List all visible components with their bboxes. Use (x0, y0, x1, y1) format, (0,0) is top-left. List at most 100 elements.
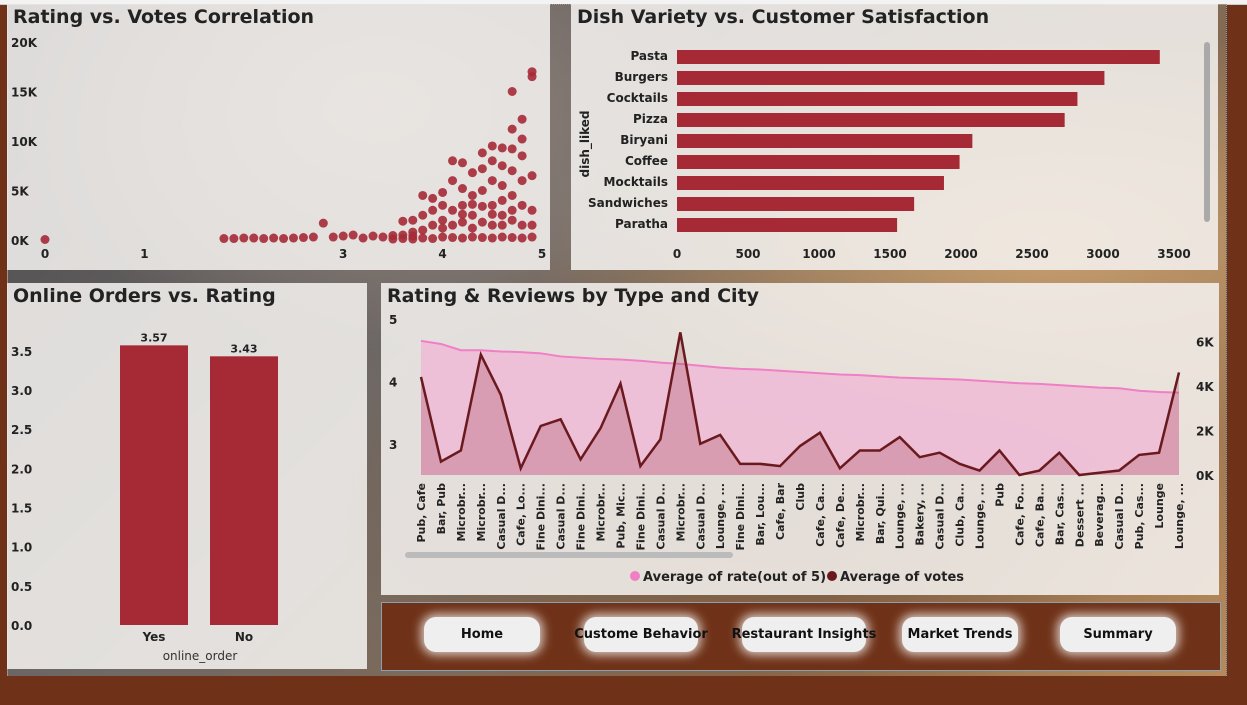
nav-home-button[interactable]: Home (424, 617, 540, 652)
dish-x-tick: 500 (735, 247, 760, 261)
combo-category-label: Casual D... (495, 483, 508, 550)
scatter-point (219, 234, 229, 244)
combo-category-label: Bakery, ... (914, 483, 927, 546)
legend-rate-label: Average of rate(out of 5) (643, 570, 826, 585)
scatter-x-tick: 1 (140, 247, 148, 261)
scatter-point (487, 209, 497, 219)
online-panel[interactable]: Online Orders vs. Rating 0.0 0.5 1.0 1.5 2.0… (7, 283, 367, 669)
combo-category-label: Lounge (1153, 483, 1166, 529)
scatter-point (378, 232, 388, 242)
combo-left-y-tick: 5 (389, 313, 397, 327)
combo-category-label: Microbr... (595, 483, 608, 542)
scatter-point (487, 220, 497, 230)
scatter-point (259, 234, 269, 244)
combo-category-label: Cafe, Ca... (814, 483, 827, 547)
scatter-point (457, 209, 467, 219)
scatter-point (507, 124, 517, 134)
combo-category-label: Fine Dini... (634, 483, 647, 550)
scatter-point (418, 190, 428, 200)
scatter-point (527, 220, 537, 230)
combo-category-label: Bar, Lou... (754, 483, 767, 546)
scatter-point (497, 232, 507, 242)
typecity-panel[interactable]: Rating & Reviews by Type and City 3 4 5 0K 2… (381, 283, 1219, 595)
combo-right-y-tick: 0K (1196, 469, 1214, 483)
scatter-point (507, 205, 517, 215)
online-category-label: No (235, 630, 253, 644)
combo-category-label: Microbr... (475, 483, 488, 542)
combo-category-label: Bar, Cas... (1053, 483, 1066, 545)
nav-bar: Home Custome Behavior Restaurant Insight… (381, 602, 1221, 671)
scatter-point (398, 216, 408, 226)
nav-restaurant-insights-button[interactable]: Restaurant Insights (732, 617, 876, 652)
scatter-point (438, 200, 448, 210)
nav-summary-button[interactable]: Summary (1060, 617, 1176, 652)
scatter-point (438, 187, 448, 197)
combo-category-label: Casual D... (654, 483, 667, 550)
scatter-chart: 0K 5K 10K 15K 20K 0 1 3 4 5 (11, 36, 546, 261)
combo-category-label: Microbr... (455, 483, 468, 542)
combo-category-label: Cafe, Lo... (515, 483, 528, 546)
scatter-panel[interactable]: Rating vs. Votes Correlation 0K 5K 10K 15K 2… (7, 4, 550, 270)
combo-category-label: Pub (993, 483, 1006, 507)
combo-category-label: Lounge, ... (894, 483, 907, 549)
scatter-point (448, 220, 458, 230)
scatter-point (418, 233, 428, 243)
scatter-point (477, 186, 487, 195)
legend-rate-marker (630, 571, 640, 581)
scatter-point (497, 220, 507, 230)
scatter-point (517, 151, 527, 161)
dish-bar (677, 197, 915, 211)
combo-category-label: Lounge, ... (714, 483, 727, 549)
scatter-point (457, 217, 467, 227)
scatter-point (487, 200, 497, 210)
scatter-y-tick: 15K (11, 86, 38, 100)
scatter-point (467, 223, 477, 233)
typecity-chart: 3 4 5 0K 2K 4K 6K Pub, Cafe Bar, Pub Microbr... Mi… (389, 313, 1214, 585)
combo-right-y-tick: 2K (1196, 424, 1214, 438)
dish-bar (677, 113, 1065, 127)
scatter-point (428, 193, 438, 203)
scatter-x-tick: 5 (538, 247, 546, 261)
dish-category-label: Coffee (625, 154, 668, 168)
scatter-point (408, 215, 418, 225)
scatter-point (497, 181, 507, 191)
scatter-point (438, 223, 448, 233)
scatter-x-tick: 4 (438, 247, 446, 261)
combo-right-y-tick: 4K (1196, 380, 1214, 394)
scatter-point (477, 201, 487, 211)
online-category-label: Yes (142, 630, 166, 644)
dish-category-label: Burgers (615, 70, 668, 84)
dish-x-tick: 1000 (802, 247, 835, 261)
online-bar (210, 356, 278, 625)
online-y-tick: 0.0 (11, 619, 32, 633)
scatter-point (487, 156, 497, 166)
scatter-point (448, 176, 458, 186)
scatter-point (457, 200, 467, 210)
scatter-point (438, 215, 448, 225)
scatter-point (289, 233, 298, 243)
online-bar (120, 345, 188, 625)
combo-category-label: Cafe, De... (834, 483, 847, 548)
scatter-point (477, 233, 487, 243)
scatter-point (467, 232, 477, 242)
dish-panel[interactable]: Dish Variety vs. Customer Satisfaction d… (571, 4, 1218, 270)
scatter-point (507, 166, 517, 176)
combo-category-label: Fine Dini... (575, 483, 588, 550)
scatter-point (517, 114, 527, 124)
combo-category-label: Casual D... (1113, 483, 1126, 550)
combo-category-label: Lounge, ... (1173, 483, 1186, 549)
typecity-scrollbar[interactable] (405, 552, 733, 558)
scatter-point (467, 210, 477, 220)
combo-category-label: Bar, Pub (435, 483, 448, 535)
scatter-point (487, 176, 497, 186)
nav-market-trends-button[interactable]: Market Trends (902, 617, 1018, 652)
scatter-point (438, 232, 448, 242)
dish-x-tick: 0 (673, 247, 681, 261)
combo-category-label: Club (794, 483, 807, 511)
combo-category-label: Casual D... (555, 483, 568, 550)
dish-x-tick: 2500 (1015, 247, 1048, 261)
dish-scrollbar[interactable] (1204, 42, 1210, 222)
nav-customer-behavior-button[interactable]: Custome Behavior (574, 617, 708, 652)
scatter-point (398, 234, 408, 244)
scatter-point (448, 205, 458, 215)
